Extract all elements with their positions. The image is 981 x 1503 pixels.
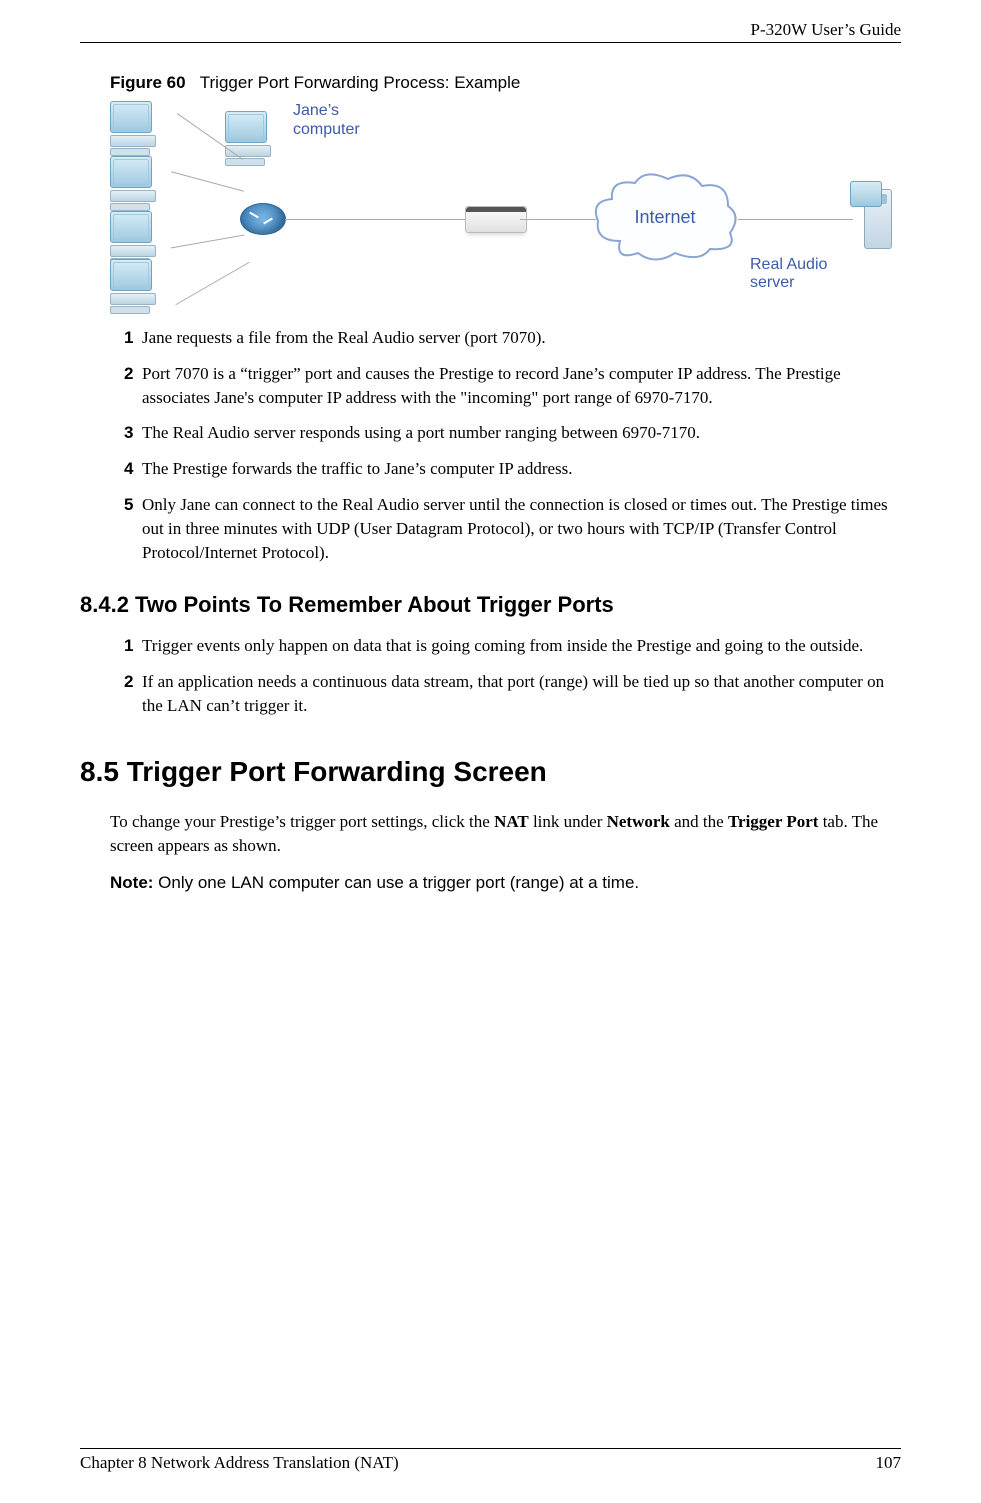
server-label: Real Audio server (750, 256, 870, 292)
list-item: 5Only Jane can connect to the Real Audio… (124, 493, 901, 564)
list-item: 1Jane requests a file from the Real Audi… (124, 326, 901, 350)
list-item: 1Trigger events only happen on data that… (124, 634, 901, 658)
pc-icon (110, 259, 165, 309)
guide-title: P-320W User’s Guide (751, 20, 901, 39)
network-text: Network (607, 812, 670, 831)
section-85-heading: 8.5 Trigger Port Forwarding Screen (80, 756, 901, 788)
list-item: 2If an application needs a continuous da… (124, 670, 901, 718)
figure-number: Figure 60 (110, 73, 186, 92)
list-item: 2Port 7070 is a “trigger” port and cause… (124, 362, 901, 410)
internet-cloud-icon: Internet (590, 171, 740, 266)
pc-icon (110, 211, 165, 261)
section-842-heading: 8.4.2 Two Points To Remember About Trigg… (80, 592, 901, 618)
nat-link-text: NAT (494, 812, 529, 831)
lan-computers (110, 101, 285, 306)
wire (738, 219, 853, 220)
section-85-intro: To change your Prestige’s trigger port s… (110, 810, 901, 858)
list-item: 3The Real Audio server responds using a … (124, 421, 901, 445)
wire (171, 171, 244, 191)
note-text: Only one LAN computer can use a trigger … (153, 873, 639, 892)
server-icon (850, 181, 894, 251)
list-item: 4The Prestige forwards the traffic to Ja… (124, 457, 901, 481)
note-paragraph: Note: Only one LAN computer can use a tr… (110, 873, 901, 893)
chapter-title: Chapter 8 Network Address Translation (N… (80, 1453, 399, 1473)
modem-icon (465, 206, 527, 233)
figure-caption: Figure 60 Trigger Port Forwarding Proces… (110, 73, 901, 93)
wire (520, 219, 596, 220)
page-footer: Chapter 8 Network Address Translation (N… (80, 1448, 901, 1473)
note-label: Note: (110, 873, 153, 892)
trigger-points-list: 1Trigger events only happen on data that… (124, 634, 901, 717)
wire (175, 262, 249, 305)
wire (170, 234, 244, 248)
internet-label: Internet (590, 207, 740, 228)
wire (285, 219, 470, 220)
pc-icon (110, 101, 165, 151)
network-diagram: Jane’s computer Internet Real Audio serv… (110, 101, 870, 306)
figure-title: Trigger Port Forwarding Process: Example (200, 73, 521, 92)
page-header: P-320W User’s Guide (80, 20, 901, 43)
trigger-port-text: Trigger Port (728, 812, 818, 831)
process-steps-list: 1Jane requests a file from the Real Audi… (124, 326, 901, 564)
pc-icon (110, 156, 165, 206)
page-number: 107 (876, 1453, 902, 1473)
router-icon (240, 203, 286, 235)
jane-computer-label: Jane’s computer (293, 101, 360, 139)
